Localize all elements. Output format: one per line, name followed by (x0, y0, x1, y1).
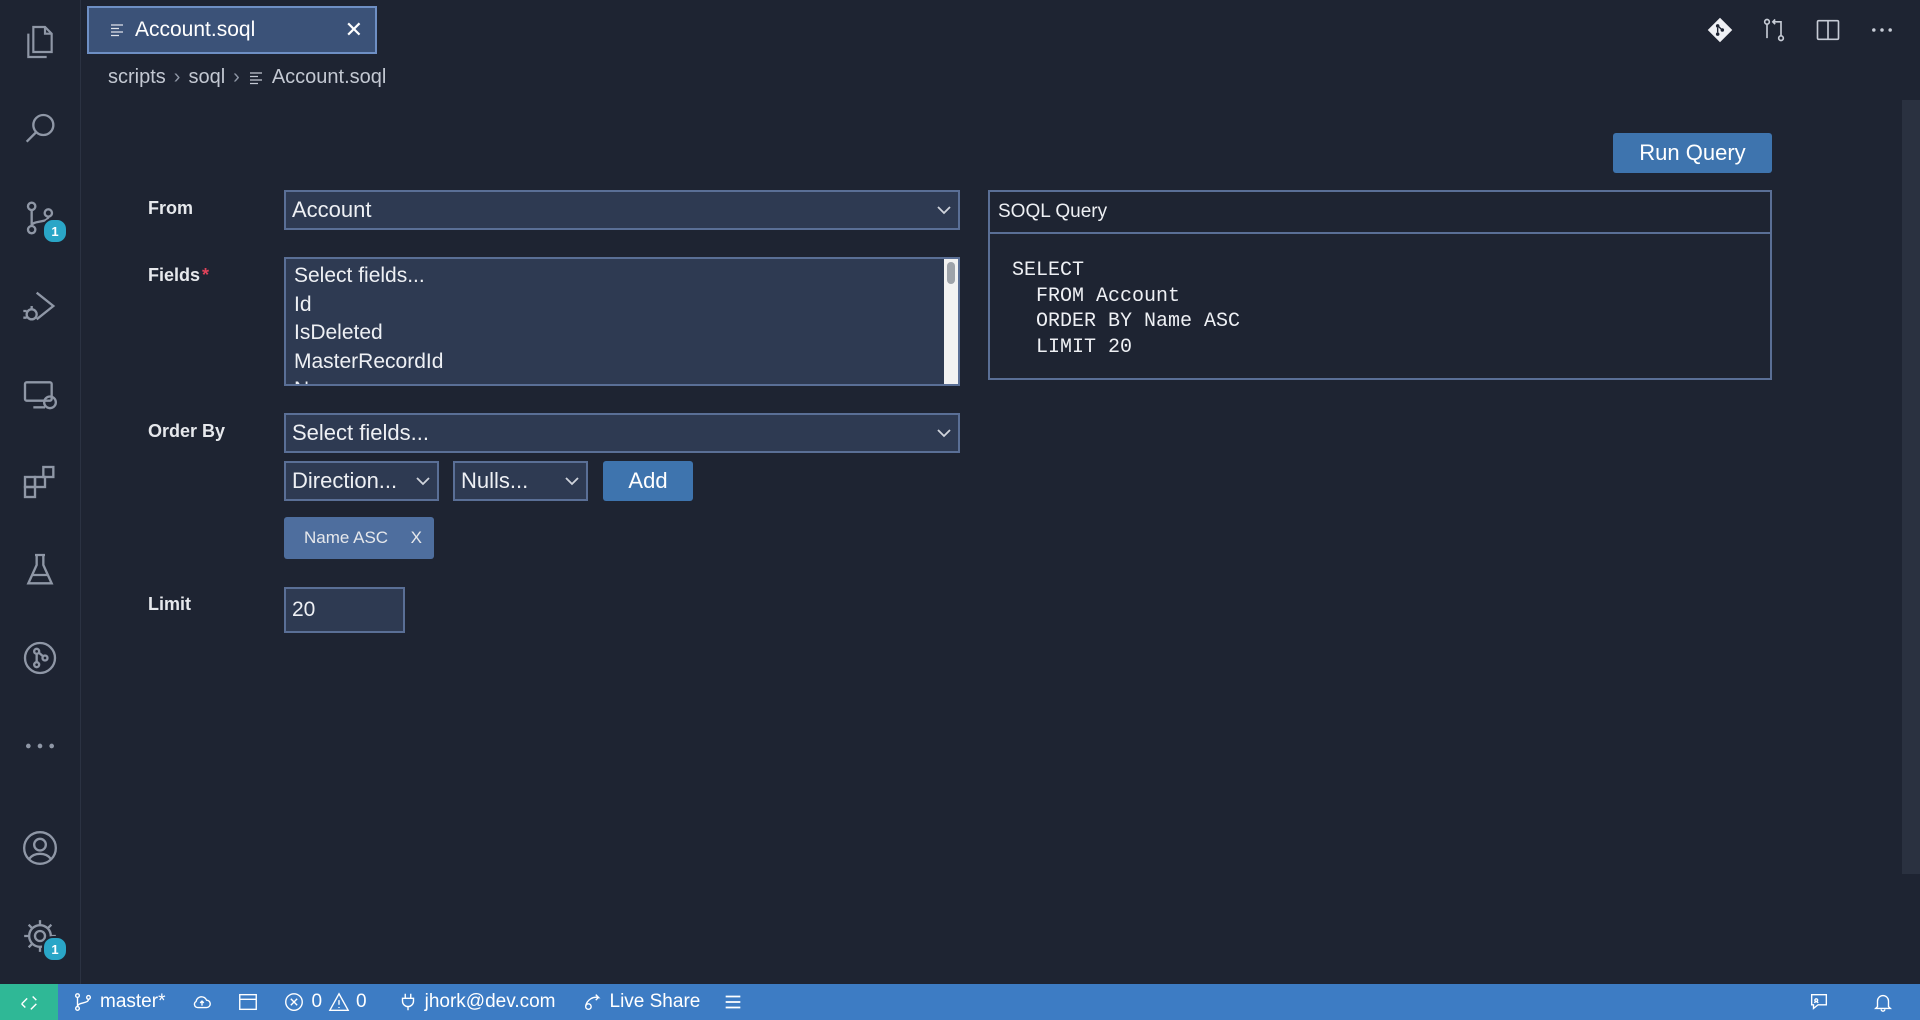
order-by-label: Order By (148, 421, 226, 441)
file-lines-icon (248, 70, 264, 86)
error-count: 0 (311, 991, 323, 1012)
nulls-select-value: Nulls... (461, 468, 529, 493)
fields-option[interactable]: IsDeleted (286, 319, 958, 348)
branch-status[interactable]: master* (72, 991, 165, 1013)
fields-option[interactable]: MasterRecordId (286, 348, 958, 377)
remote-indicator-icon[interactable] (0, 984, 58, 1020)
branch-icon (72, 991, 94, 1013)
breadcrumb: scripts › soql › Account.soql (108, 66, 386, 89)
from-label: From (148, 198, 193, 218)
order-by-pill-label: Name ASC (304, 528, 389, 547)
source-control-badge: 1 (42, 218, 68, 244)
soql-query-panel: SOQL Query SELECT FROM Account ORDER BY … (988, 190, 1772, 380)
activity-bar: 1 1 (0, 0, 81, 984)
editor-scrollbar[interactable] (1902, 100, 1920, 874)
extensions-icon[interactable] (16, 458, 64, 506)
fields-option[interactable]: Id (286, 291, 958, 320)
notifications-bell-icon[interactable] (1872, 991, 1894, 1013)
fields-option[interactable]: N... (286, 376, 958, 384)
direction-select[interactable]: Direction... (284, 461, 439, 501)
run-debug-icon[interactable] (16, 282, 64, 330)
fields-scrollbar[interactable] (944, 259, 958, 384)
fields-label-text: Fields (148, 265, 201, 285)
query-line: SELECT (1012, 259, 1085, 282)
org-browser-icon[interactable] (16, 634, 64, 682)
more-actions-icon[interactable] (1866, 14, 1898, 46)
from-select[interactable]: Account (284, 190, 960, 230)
split-editor-icon[interactable] (1812, 14, 1844, 46)
chevron-right-icon: › (173, 66, 181, 88)
chevron-down-icon (415, 476, 431, 486)
file-lines-icon (109, 22, 125, 38)
tab-title: Account.soql (135, 18, 256, 41)
status-bar: master* 0 0 jhork@dev.com Live Share (0, 984, 1920, 1020)
warning-count: 0 (356, 991, 367, 1012)
live-share-label: Live Share (609, 991, 701, 1012)
problems-status[interactable]: 0 0 (283, 991, 367, 1013)
fields-multiselect[interactable]: Select fields... Id IsDeleted MasterReco… (284, 257, 960, 386)
default-org-status[interactable]: jhork@dev.com (397, 991, 556, 1013)
add-order-button[interactable]: Add (603, 461, 693, 501)
nulls-select[interactable]: Nulls... (453, 461, 588, 501)
sync-icon[interactable] (191, 991, 213, 1013)
soql-query-text: SELECT FROM Account ORDER BY Name ASC LI… (990, 234, 1770, 360)
accounts-icon[interactable] (16, 824, 64, 872)
fields-scroll-thumb[interactable] (947, 262, 955, 284)
git-icon[interactable] (1704, 14, 1736, 46)
order-by-select-value: Select fields... (292, 420, 429, 445)
direction-select-value: Direction... (292, 468, 398, 493)
breadcrumb-soql[interactable]: soql (188, 66, 225, 89)
live-share-status[interactable]: Live Share (582, 991, 701, 1013)
limit-input-value: 20 (292, 598, 316, 621)
org-user: jhork@dev.com (424, 991, 556, 1012)
query-line: ORDER BY Name ASC (1012, 310, 1241, 333)
order-by-pill: Name ASC X (284, 517, 434, 559)
explorer-icon[interactable] (16, 18, 64, 66)
tab-close-icon[interactable]: ✕ (345, 17, 363, 43)
more-views-icon[interactable] (16, 722, 64, 770)
chevron-right-icon: › (233, 66, 240, 88)
editor-tab-bar: Account.soql ✕ (81, 0, 1920, 62)
run-query-button[interactable]: Run Query (1613, 133, 1772, 173)
limit-input[interactable]: 20 (284, 587, 405, 633)
source-control-icon[interactable]: 1 (16, 194, 68, 244)
settings-badge: 1 (42, 936, 68, 962)
testing-icon[interactable] (16, 546, 64, 594)
settings-gear-icon[interactable]: 1 (16, 912, 68, 962)
error-icon (283, 991, 305, 1013)
warning-icon (328, 991, 350, 1013)
soql-query-header: SOQL Query (990, 192, 1770, 234)
from-select-value: Account (292, 197, 372, 222)
menu-lines-icon[interactable] (722, 991, 744, 1013)
fields-option[interactable]: Select fields... (286, 262, 958, 291)
open-changes-icon[interactable] (1758, 14, 1790, 46)
query-line: LIMIT 20 (1012, 335, 1133, 359)
breadcrumb-file[interactable]: Account.soql (272, 66, 387, 89)
chevron-down-icon (936, 428, 952, 438)
branch-name: master* (100, 991, 166, 1012)
query-line: FROM Account (1012, 284, 1181, 308)
required-marker: * (202, 265, 210, 285)
feedback-icon[interactable] (1808, 991, 1830, 1013)
plug-icon (397, 991, 419, 1013)
remove-order-button[interactable]: X (411, 528, 422, 548)
limit-label: Limit (148, 594, 191, 614)
search-icon[interactable] (16, 106, 64, 154)
chevron-down-icon (936, 205, 952, 215)
order-by-select[interactable]: Select fields... (284, 413, 960, 453)
chevron-down-icon (564, 476, 580, 486)
fields-label: Fields * (148, 265, 209, 286)
org-panel-icon[interactable] (237, 991, 259, 1013)
remote-explorer-icon[interactable] (16, 370, 64, 418)
breadcrumb-scripts[interactable]: scripts (108, 66, 166, 89)
live-share-icon (582, 991, 604, 1013)
tab-account-soql[interactable]: Account.soql ✕ (87, 6, 377, 54)
